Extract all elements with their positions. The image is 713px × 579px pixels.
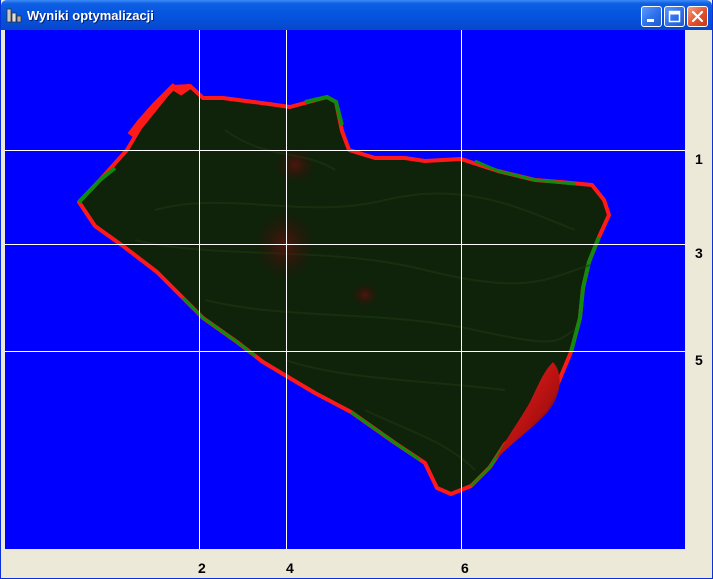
maximize-icon [668, 10, 681, 23]
minimize-icon [647, 19, 654, 22]
optimization-result-map [5, 30, 685, 549]
right-axis-label: 3 [695, 245, 703, 261]
maximize-button[interactable] [664, 6, 685, 27]
right-axis-label: 1 [695, 151, 703, 167]
optimization-region [77, 84, 611, 496]
heat-spot [275, 147, 315, 183]
title-bar[interactable]: Wyniki optymalizacji [1, 0, 712, 30]
heat-spot [351, 283, 379, 307]
minimize-button[interactable] [641, 6, 662, 27]
close-icon [691, 10, 704, 23]
window-title: Wyniki optymalizacji [27, 8, 154, 23]
map-canvas [5, 30, 685, 549]
app-icon [6, 8, 22, 23]
close-button[interactable] [687, 6, 708, 27]
bottom-axis-label: 2 [198, 560, 206, 576]
app-window: Wyniki optymalizacji 1 3 5 2 4 6 [0, 0, 713, 579]
bottom-axis-label: 4 [286, 560, 294, 576]
right-axis-label: 5 [695, 352, 703, 368]
bottom-axis-label: 6 [461, 560, 469, 576]
